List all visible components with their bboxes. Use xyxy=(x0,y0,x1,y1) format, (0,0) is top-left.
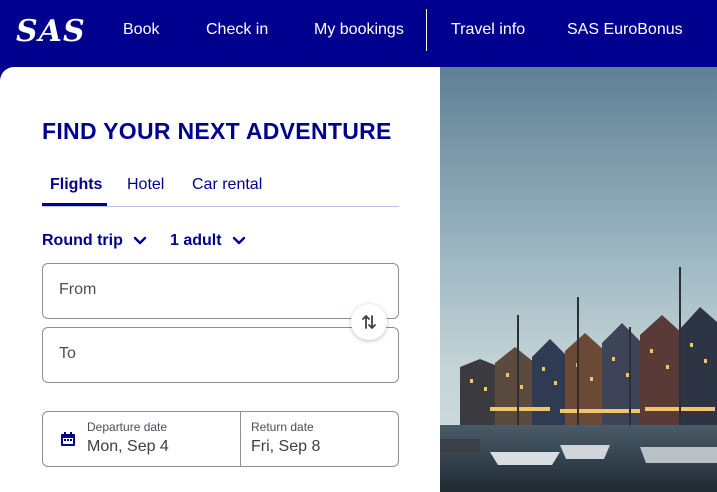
trip-type-label: Round trip xyxy=(42,232,123,249)
swap-locations-button[interactable] xyxy=(351,304,387,340)
top-navigation-bar: SAS Book Check in My bookings Travel inf… xyxy=(0,0,717,67)
from-field[interactable]: From xyxy=(42,263,399,319)
chevron-down-icon xyxy=(232,236,245,245)
trip-type-select[interactable]: Round trip xyxy=(42,232,147,250)
nav-book[interactable]: Book xyxy=(123,21,159,39)
departure-date-input[interactable]: Departure date Mon, Sep 4 xyxy=(43,412,240,466)
booking-tabs: Flights Hotel Car rental xyxy=(42,173,399,207)
passengers-select[interactable]: 1 adult xyxy=(170,232,246,250)
nav-travel-info[interactable]: Travel info xyxy=(451,21,525,39)
tab-car-rental[interactable]: Car rental xyxy=(192,176,262,194)
active-tab-indicator xyxy=(42,203,107,206)
passengers-label: 1 adult xyxy=(170,232,222,249)
return-date-input[interactable]: Return date Fri, Sep 8 xyxy=(241,412,398,466)
booking-title: FIND YOUR NEXT ADVENTURE xyxy=(42,118,392,144)
to-field-label: To xyxy=(59,345,76,362)
booking-card: FIND YOUR NEXT ADVENTURE Flights Hotel C… xyxy=(0,67,440,492)
from-field-label: From xyxy=(59,281,97,298)
to-field[interactable]: To xyxy=(42,327,399,383)
swap-icon xyxy=(362,315,376,329)
departure-date-value: Mon, Sep 4 xyxy=(87,438,169,455)
nav-my-bookings[interactable]: My bookings xyxy=(314,21,404,39)
return-date-label: Return date xyxy=(251,420,314,434)
nav-divider xyxy=(426,9,427,51)
tab-flights[interactable]: Flights xyxy=(50,176,102,194)
nav-eurobonus[interactable]: SAS EuroBonus xyxy=(567,21,683,39)
date-picker-field: Departure date Mon, Sep 4 Return date Fr… xyxy=(42,411,399,467)
nav-check-in[interactable]: Check in xyxy=(206,21,268,39)
hero-image-harbor xyxy=(440,67,717,492)
sas-logo[interactable]: SAS xyxy=(16,14,86,49)
tab-hotel[interactable]: Hotel xyxy=(127,176,164,194)
chevron-down-icon xyxy=(133,236,147,245)
return-date-value: Fri, Sep 8 xyxy=(251,438,321,455)
departure-date-label: Departure date xyxy=(87,420,168,434)
